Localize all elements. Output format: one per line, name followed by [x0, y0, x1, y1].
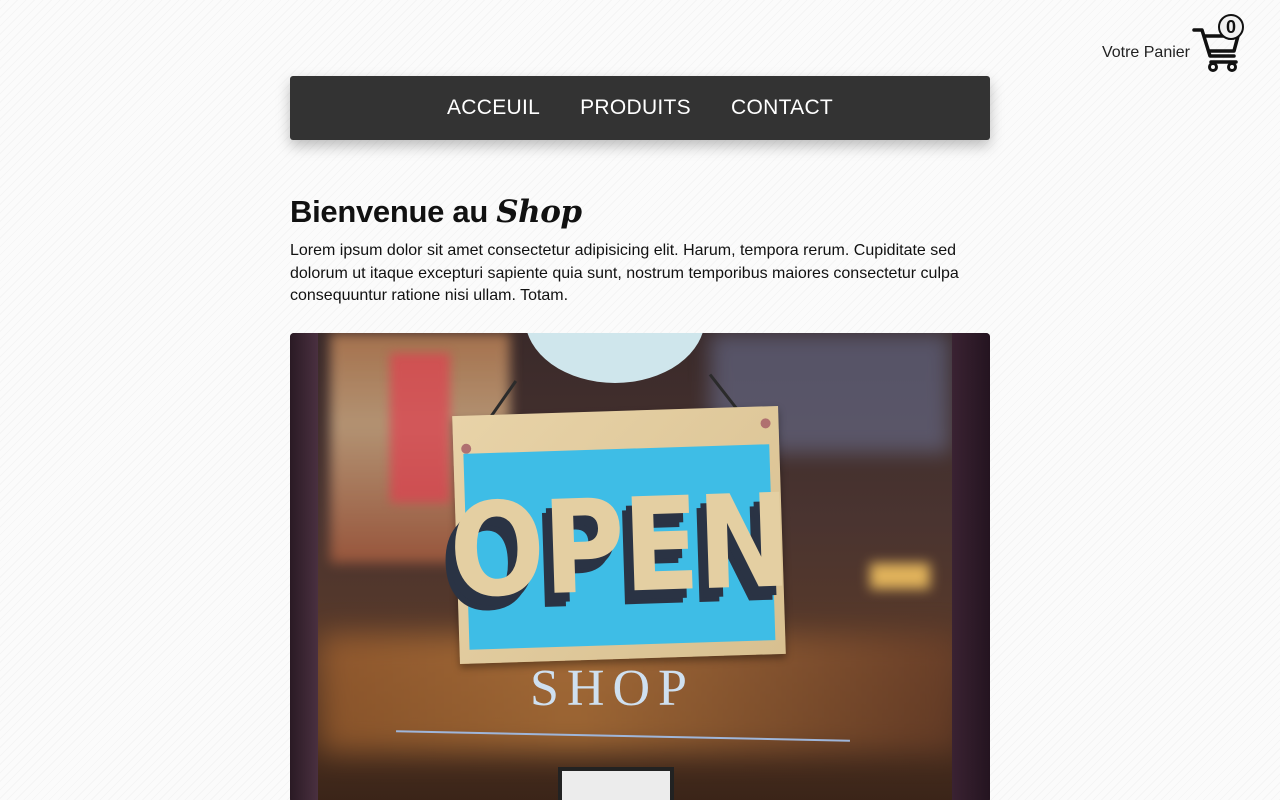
open-sign-panel: OPEN [447, 444, 791, 650]
sign-hole [760, 418, 771, 429]
cart-label: Votre Panier [1101, 44, 1190, 61]
nav-item-produits[interactable]: PRODUITS [560, 96, 711, 120]
cart-icon-wrapper[interactable]: 0 [1192, 14, 1244, 74]
welcome-section: Bienvenue au Shop Lorem ipsum dolor sit … [290, 190, 990, 308]
hero-bg-light [870, 563, 930, 589]
window-frame-right [952, 333, 990, 800]
cart-count-badge: 0 [1218, 14, 1244, 40]
nav-item-accueil[interactable]: ACCEUIL [427, 96, 560, 120]
brand-name: Shop [496, 194, 582, 230]
window-shop-text: SHOP [530, 660, 695, 717]
window-card [558, 767, 674, 800]
page-title: Bienvenue au Shop [290, 190, 990, 234]
main-navbar: ACCEUIL PRODUITS CONTACT [290, 76, 990, 140]
sign-hole [461, 443, 472, 454]
open-sign-text: OPEN [447, 466, 792, 628]
title-prefix: Bienvenue au [290, 194, 497, 229]
intro-paragraph: Lorem ipsum dolor sit amet consectetur a… [290, 242, 959, 304]
cart-button[interactable]: Votre Panier 0 [1102, 14, 1244, 74]
hero-bg-shape [390, 353, 450, 503]
hero-image: OPEN SHOP [290, 333, 990, 800]
hero-lamp [525, 333, 705, 383]
open-sign: OPEN [447, 405, 791, 665]
window-frame-left [290, 333, 318, 800]
nav-item-contact[interactable]: CONTACT [711, 96, 853, 120]
